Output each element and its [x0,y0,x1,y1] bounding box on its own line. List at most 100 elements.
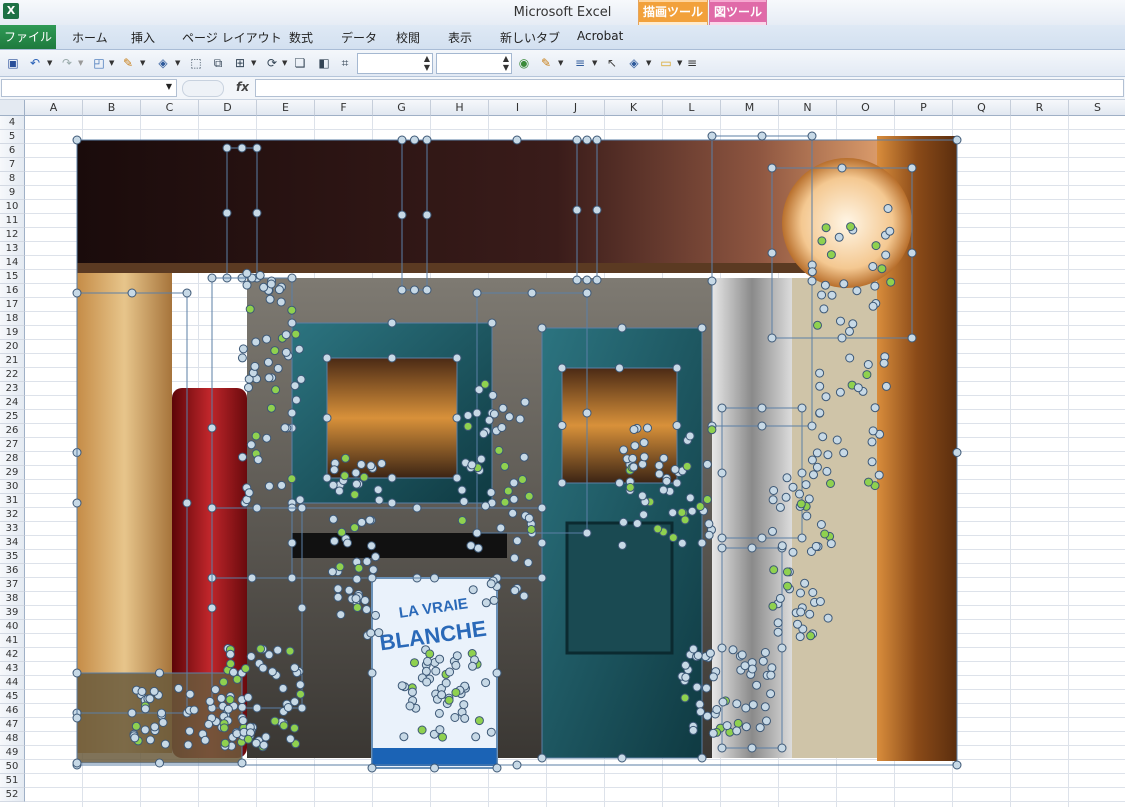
row-header[interactable]: 21 [0,354,25,368]
row-header[interactable]: 11 [0,214,25,228]
column-header[interactable]: Q [953,100,1011,116]
redo-dropdown-icon[interactable]: ▼ [78,59,83,67]
row-header[interactable]: 52 [0,788,25,802]
tab-file[interactable]: ファイル [0,25,56,49]
row-header[interactable]: 39 [0,606,25,620]
select-arrow-icon[interactable]: ↖ [604,55,620,71]
row-header[interactable]: 30 [0,480,25,494]
column-header[interactable]: S [1069,100,1125,116]
column-header[interactable]: N [779,100,837,116]
row-header[interactable]: 43 [0,662,25,676]
row-header[interactable]: 33 [0,522,25,536]
line-style-icon[interactable]: ≡ [572,55,588,71]
tab-new[interactable]: 新しいタブ [500,29,560,46]
size-combo[interactable]: ▲ ▼ [436,53,512,74]
row-header[interactable]: 51 [0,774,25,788]
shapes-icon[interactable]: ◰ [91,55,107,71]
row-header[interactable]: 34 [0,536,25,550]
pen-icon[interactable]: ✎ [120,55,136,71]
row-header[interactable]: 15 [0,270,25,284]
arrange-icon[interactable]: ❏ [292,55,308,71]
column-header[interactable]: O [837,100,895,116]
column-header[interactable]: E [257,100,315,116]
fill-color-icon[interactable]: ◈ [626,55,642,71]
fx-icon[interactable]: fx [236,80,249,94]
row-header[interactable]: 40 [0,620,25,634]
row-header[interactable]: 19 [0,326,25,340]
row-header[interactable]: 9 [0,186,25,200]
row-header[interactable]: 20 [0,340,25,354]
undo-icon[interactable]: ↶ [27,55,43,71]
column-header[interactable]: M [721,100,779,116]
select-objects-icon[interactable]: ⬚ [188,55,204,71]
row-header[interactable]: 48 [0,732,25,746]
group-dropdown-icon[interactable]: ▼ [251,59,256,67]
row-header[interactable]: 47 [0,718,25,732]
column-header[interactable]: I [489,100,547,116]
row-header[interactable]: 8 [0,172,25,186]
row-header[interactable]: 14 [0,256,25,270]
row-header[interactable]: 50 [0,760,25,774]
rotate-icon[interactable]: ⟳ [264,55,280,71]
column-header[interactable]: D [199,100,257,116]
redo-icon[interactable]: ↷ [59,55,75,71]
line-style-dropdown-icon[interactable]: ▼ [592,59,597,67]
name-box[interactable]: ▼ [1,79,177,97]
row-header[interactable]: 31 [0,494,25,508]
column-header[interactable]: J [547,100,605,116]
column-header[interactable]: C [141,100,199,116]
column-header[interactable]: A [25,100,83,116]
tab-page-layout[interactable]: ページ レイアウト [182,29,282,46]
tab-formulas[interactable]: 数式 [289,29,313,46]
open-icon[interactable]: ▭ [658,55,674,71]
select-all-corner[interactable] [0,100,25,116]
tab-acrobat[interactable]: Acrobat [577,29,623,43]
tab-review[interactable]: 校閲 [396,29,420,46]
row-header[interactable]: 5 [0,130,25,144]
row-header[interactable]: 36 [0,564,25,578]
row-header[interactable]: 12 [0,228,25,242]
pen-dropdown-icon[interactable]: ▼ [558,59,563,67]
row-header[interactable]: 13 [0,242,25,256]
fill-color-dropdown-icon[interactable]: ▼ [646,59,651,67]
rotate-dropdown-icon[interactable]: ▼ [282,59,287,67]
shop-front-artwork[interactable]: LA VRAIE BLANCHE [72,128,962,788]
shadow-icon[interactable]: ◧ [316,55,332,71]
pen-icon[interactable]: ✎ [538,55,554,71]
fill-dropdown-icon[interactable]: ▼ [175,59,180,67]
pen-dropdown-icon[interactable]: ▼ [140,59,145,67]
column-header[interactable]: H [431,100,489,116]
row-header[interactable]: 6 [0,144,25,158]
row-header[interactable]: 46 [0,704,25,718]
row-header[interactable]: 44 [0,676,25,690]
row-header[interactable]: 17 [0,298,25,312]
tab-insert[interactable]: 挿入 [131,29,155,46]
align-icon[interactable]: ⧉ [210,55,226,71]
row-header[interactable]: 18 [0,312,25,326]
column-header[interactable]: K [605,100,663,116]
chevron-down-icon[interactable]: ▼ [166,82,172,91]
spin-icon[interactable]: ▲ ▼ [424,54,430,72]
row-header[interactable]: 7 [0,158,25,172]
row-header[interactable]: 27 [0,438,25,452]
save-icon[interactable]: ▣ [5,55,21,71]
edit-points-icon[interactable]: ⌗ [337,55,353,71]
shapes-dropdown-icon[interactable]: ▼ [109,59,114,67]
row-header[interactable]: 37 [0,578,25,592]
check-icon[interactable]: ◉ [516,55,532,71]
row-header[interactable]: 4 [0,116,25,130]
row-header[interactable]: 16 [0,284,25,298]
row-header[interactable]: 41 [0,634,25,648]
row-header[interactable]: 26 [0,424,25,438]
fill-icon[interactable]: ◈ [155,55,171,71]
row-header[interactable]: 25 [0,410,25,424]
column-header[interactable]: L [663,100,721,116]
column-header[interactable]: R [1011,100,1069,116]
row-header[interactable]: 35 [0,550,25,564]
row-header[interactable]: 32 [0,508,25,522]
row-header[interactable]: 22 [0,368,25,382]
group-icon[interactable]: ⊞ [232,55,248,71]
undo-dropdown-icon[interactable]: ▼ [47,59,52,67]
open-dropdown-icon[interactable]: ▼ [677,59,682,67]
font-combo[interactable]: ▲ ▼ [357,53,433,74]
